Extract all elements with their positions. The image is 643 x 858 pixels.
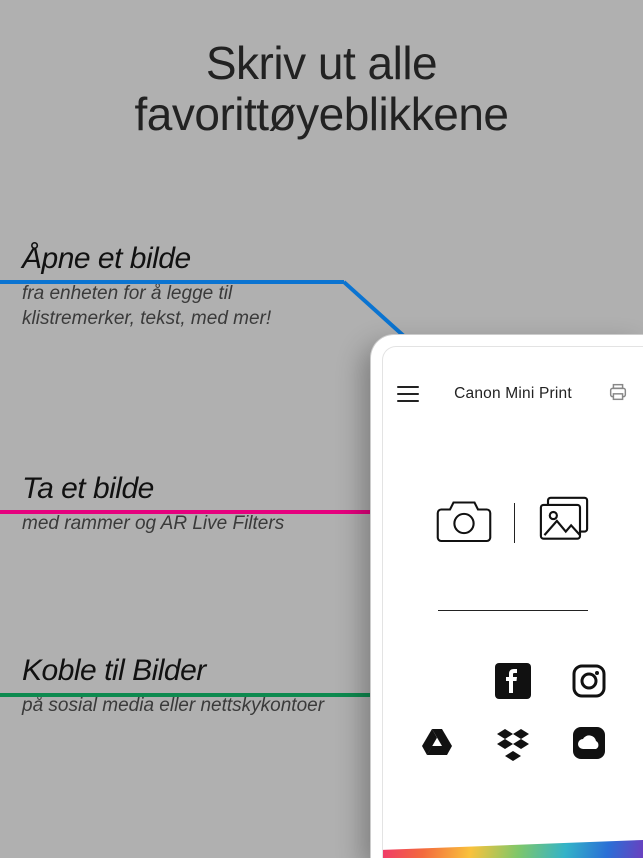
section-open-sub: fra enheten for å legge til klistremerke… <box>22 282 330 331</box>
dropbox-icon[interactable] <box>489 721 537 765</box>
promo-headline: Skriv ut alle favorittøyeblikkene <box>0 0 643 139</box>
horizontal-divider <box>438 610 588 611</box>
icloud-icon[interactable] <box>565 721 613 765</box>
section-take-title: Ta et bilde <box>22 472 330 506</box>
status-bar <box>383 347 643 369</box>
section-connect: Koble til Bilder på sosial media eller n… <box>0 654 330 719</box>
headline-line1: Skriv ut alle <box>206 37 437 89</box>
social-grid <box>383 659 643 765</box>
main-actions-row <box>383 495 643 550</box>
phone-mockup: Canon Mini Print <box>370 334 643 858</box>
printer-icon[interactable] <box>607 381 629 408</box>
section-open-image: Åpne et bilde fra enheten for å legge ti… <box>0 242 330 331</box>
section-open-title: Åpne et bilde <box>22 242 330 276</box>
section-take-sub: med rammer og AR Live Filters <box>22 512 330 537</box>
rainbow-footer <box>383 840 643 858</box>
headline-line2: favorittøyeblikkene <box>135 88 509 140</box>
camera-icon[interactable] <box>436 495 492 550</box>
section-connect-sub: på sosial media eller nettskykontoer <box>22 694 330 719</box>
instagram-icon[interactable] <box>565 659 613 703</box>
google-drive-icon[interactable] <box>413 721 461 765</box>
gallery-icon[interactable] <box>537 496 591 549</box>
app-bar: Canon Mini Print <box>383 369 643 413</box>
section-take-photo: Ta et bilde med rammer og AR Live Filter… <box>0 472 330 537</box>
underline-take <box>0 510 416 514</box>
phone-screen: Canon Mini Print <box>382 346 643 858</box>
facebook-icon[interactable] <box>489 659 537 703</box>
underline-open <box>0 280 344 284</box>
app-title: Canon Mini Print <box>454 385 572 403</box>
menu-icon[interactable] <box>397 386 419 402</box>
section-connect-title: Koble til Bilder <box>22 654 330 688</box>
vertical-divider <box>514 503 515 543</box>
